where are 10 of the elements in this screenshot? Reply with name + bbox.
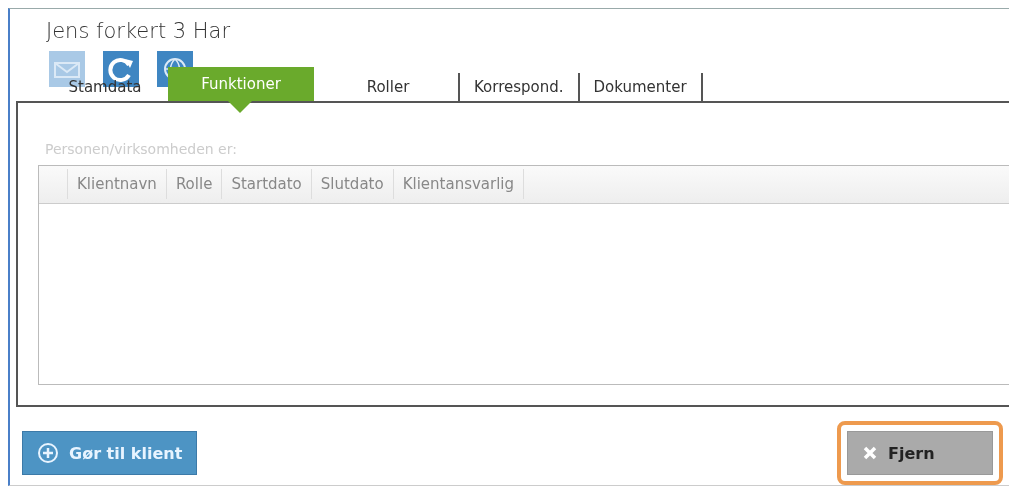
tab[interactable]: Stamdata	[46, 72, 164, 101]
remove-button[interactable]: Fjern	[847, 431, 993, 475]
close-icon	[862, 445, 878, 461]
column-header[interactable]: Klientnavn	[67, 169, 166, 200]
column-header[interactable]: Rolle	[165, 169, 222, 200]
window-title: Jens forkert 3 Har	[46, 19, 232, 43]
plus-circle-icon	[37, 442, 59, 464]
add-client-button[interactable]: Gør til klient	[22, 431, 198, 475]
column-header[interactable]: Slutdato	[310, 169, 393, 200]
column-header[interactable]: Startdato	[221, 169, 311, 200]
